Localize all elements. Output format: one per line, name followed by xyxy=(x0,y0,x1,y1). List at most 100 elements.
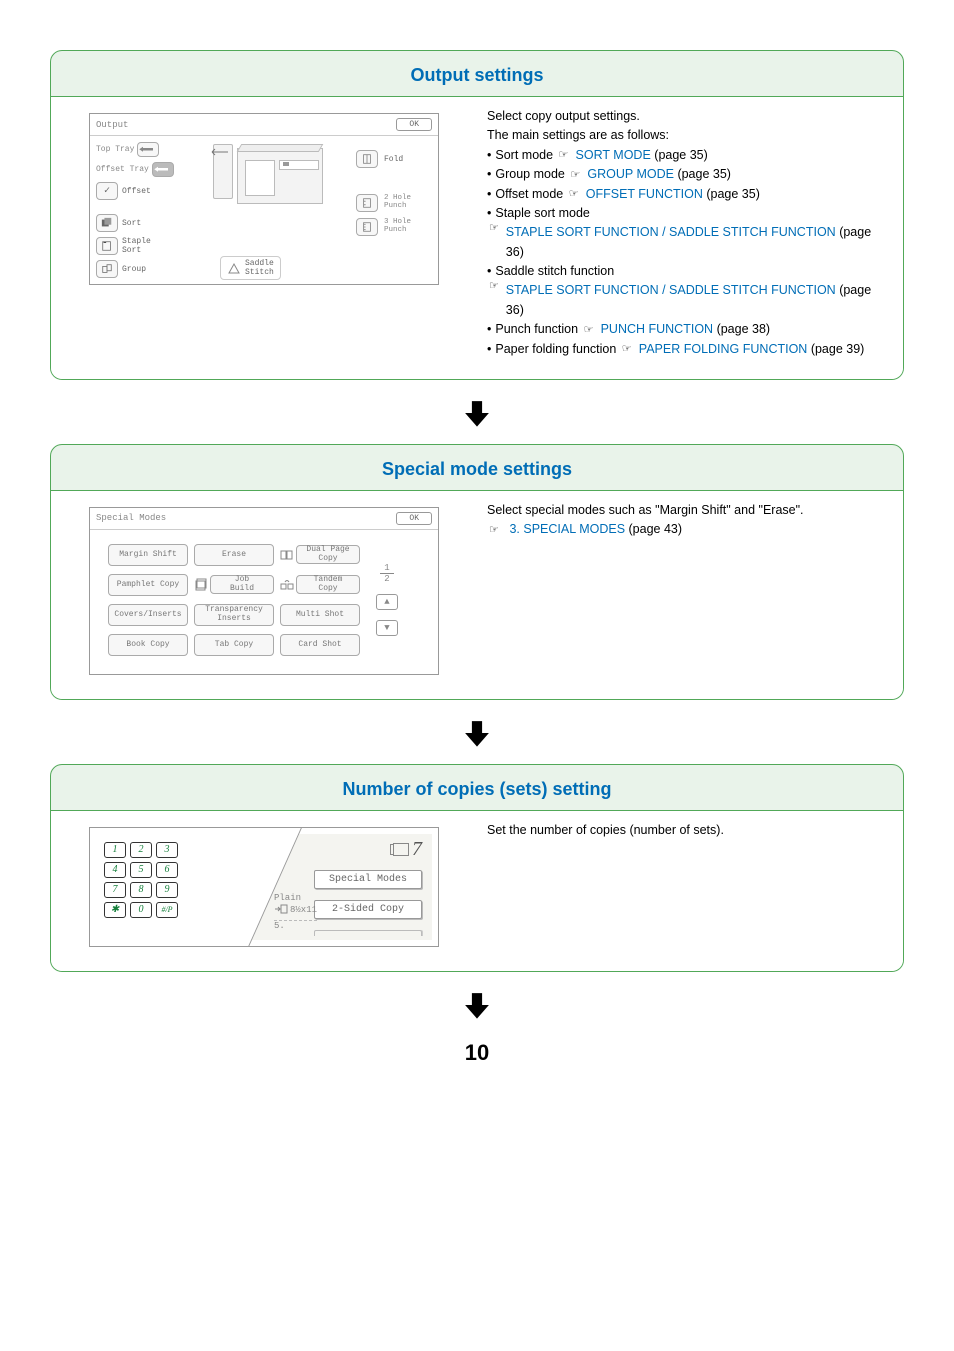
three-hole-punch-button[interactable] xyxy=(356,218,378,236)
dialog-title: Output xyxy=(96,120,128,130)
ok-button[interactable]: OK xyxy=(396,118,432,131)
btn-job-build[interactable]: Job Build xyxy=(210,575,274,594)
btn-tab-copy[interactable]: Tab Copy xyxy=(194,634,274,656)
special-modes-description: Select special modes such as "Margin Shi… xyxy=(477,491,903,699)
copies-desc-line: Set the number of copies (number of sets… xyxy=(487,821,887,840)
key-hash[interactable]: #/P xyxy=(156,902,178,918)
saddle-stitch-label: Saddle Stitch xyxy=(245,259,274,277)
offset-tray-button[interactable] xyxy=(152,162,174,177)
partial-button xyxy=(314,930,422,936)
reference-icon xyxy=(489,525,503,535)
reference-icon xyxy=(622,344,636,354)
link-sort-mode[interactable]: SORT MODE xyxy=(576,148,651,162)
section-special-modes: Special mode settings Special Modes OK M… xyxy=(50,444,904,700)
top-tray-button[interactable] xyxy=(137,142,159,157)
section-number-of-copies: Number of copies (sets) setting 1 2 3 4 … xyxy=(50,764,904,972)
link-staple-sort-1[interactable]: STAPLE SORT FUNCTION / SADDLE STITCH FUN… xyxy=(506,225,836,239)
btn-covers[interactable]: Covers/Inserts xyxy=(108,604,188,626)
key-3[interactable]: 3 xyxy=(156,842,178,858)
link-special-modes[interactable]: 3. SPECIAL MODES xyxy=(509,522,625,536)
reference-icon xyxy=(570,170,584,180)
dialog-title: Special Modes xyxy=(96,513,166,523)
btn-transparency[interactable]: Transparency Inserts xyxy=(194,604,274,626)
special-modes-button[interactable]: Special Modes xyxy=(314,870,422,889)
saddle-stitch-button[interactable]: Saddle Stitch xyxy=(220,256,281,280)
btn-pamphlet[interactable]: Pamphlet Copy xyxy=(108,574,188,596)
btn-card-shot[interactable]: Card Shot xyxy=(280,634,360,656)
reference-icon xyxy=(489,281,503,291)
reference-icon xyxy=(584,325,598,335)
staple-sort-label: Staple Sort xyxy=(122,237,151,255)
link-staple-sort-2[interactable]: STAPLE SORT FUNCTION / SADDLE STITCH FUN… xyxy=(506,283,836,297)
printer-diagram xyxy=(209,144,329,214)
link-offset-function[interactable]: OFFSET FUNCTION xyxy=(586,187,703,201)
lcd-screen: 7 Special Modes 2-Sided Copy Plain xyxy=(228,834,432,940)
output-intro-1: Select copy output settings. xyxy=(487,107,887,126)
two-sided-copy-button[interactable]: 2-Sided Copy xyxy=(314,900,422,919)
btn-multi-shot[interactable]: Multi Shot xyxy=(280,604,360,626)
key-0[interactable]: 0 xyxy=(130,902,152,918)
section-title: Output settings xyxy=(51,51,903,96)
numeric-keypad: 1 2 3 4 5 6 7 8 9 ✱ 0 #/P xyxy=(104,842,178,918)
flow-arrow-icon xyxy=(50,716,904,750)
sort-label: Sort xyxy=(122,219,141,228)
key-4[interactable]: 4 xyxy=(104,862,126,878)
key-5[interactable]: 5 xyxy=(130,862,152,878)
copies-panel-screenshot: 1 2 3 4 5 6 7 8 9 ✱ 0 #/P xyxy=(51,811,477,971)
btn-margin-shift[interactable]: Margin Shift xyxy=(108,544,188,566)
copies-icon xyxy=(390,844,404,855)
fold-button[interactable] xyxy=(356,150,378,168)
btn-erase[interactable]: Erase xyxy=(194,544,274,566)
page-indicator: 1 2 xyxy=(380,563,393,584)
output-intro-2: The main settings are as follows: xyxy=(487,126,887,145)
ok-button[interactable]: OK xyxy=(396,512,432,525)
scroll-up-button[interactable]: ▲ xyxy=(376,594,398,610)
orientation-icon xyxy=(274,904,288,918)
flow-arrow-icon xyxy=(50,988,904,1022)
special-modes-dialog-screenshot: Special Modes OK Margin Shift Erase Dual… xyxy=(51,491,477,699)
two-hole-punch-button[interactable] xyxy=(356,194,378,212)
section-title: Special mode settings xyxy=(51,445,903,490)
reference-icon xyxy=(559,150,573,160)
copies-description: Set the number of copies (number of sets… xyxy=(477,811,903,971)
job-build-icon xyxy=(194,578,208,592)
fold-label: Fold xyxy=(384,155,403,164)
link-paper-folding[interactable]: PAPER FOLDING FUNCTION xyxy=(639,342,808,356)
special-desc-line: Select special modes such as "Margin Shi… xyxy=(487,501,887,520)
page-number: 10 xyxy=(50,1040,904,1066)
btn-book-copy[interactable]: Book Copy xyxy=(108,634,188,656)
link-punch-function[interactable]: PUNCH FUNCTION xyxy=(601,322,714,336)
tandem-icon xyxy=(280,578,294,592)
btn-dual-page[interactable]: Dual Page Copy xyxy=(296,545,360,564)
key-6[interactable]: 6 xyxy=(156,862,178,878)
flow-arrow-icon xyxy=(50,396,904,430)
top-tray-row: Top Tray xyxy=(96,142,182,157)
group-button[interactable] xyxy=(96,260,118,278)
key-9[interactable]: 9 xyxy=(156,882,178,898)
special-modes-grid: Margin Shift Erase Dual Page Copy Pamphl… xyxy=(108,544,360,656)
two-hole-label: 2 Hole Punch xyxy=(384,195,411,211)
scroll-down-button[interactable]: ▼ xyxy=(376,620,398,636)
offset-label: Offset xyxy=(122,187,151,196)
sort-button[interactable] xyxy=(96,214,118,232)
dual-page-icon xyxy=(280,548,294,562)
three-hole-label: 3 Hole Punch xyxy=(384,219,411,235)
key-8[interactable]: 8 xyxy=(130,882,152,898)
btn-tandem[interactable]: Tandem Copy xyxy=(296,575,360,594)
offset-button[interactable]: ✓ xyxy=(96,182,118,200)
paper-info: Plain 8½x11 5. xyxy=(274,894,317,932)
reference-icon xyxy=(569,189,583,199)
staple-sort-button[interactable] xyxy=(96,237,118,255)
key-star[interactable]: ✱ xyxy=(104,902,126,918)
group-label: Group xyxy=(122,265,146,274)
key-7[interactable]: 7 xyxy=(104,882,126,898)
key-2[interactable]: 2 xyxy=(130,842,152,858)
output-dialog-screenshot: Output OK Top Tray Offs xyxy=(51,97,477,379)
reference-icon xyxy=(489,223,503,233)
output-description: Select copy output settings. The main se… xyxy=(477,97,903,379)
offset-tray-row: Offset Tray xyxy=(96,162,182,177)
key-1[interactable]: 1 xyxy=(104,842,126,858)
section-title: Number of copies (sets) setting xyxy=(51,765,903,810)
link-group-mode[interactable]: GROUP MODE xyxy=(587,167,674,181)
copies-count: 7 xyxy=(412,838,422,861)
